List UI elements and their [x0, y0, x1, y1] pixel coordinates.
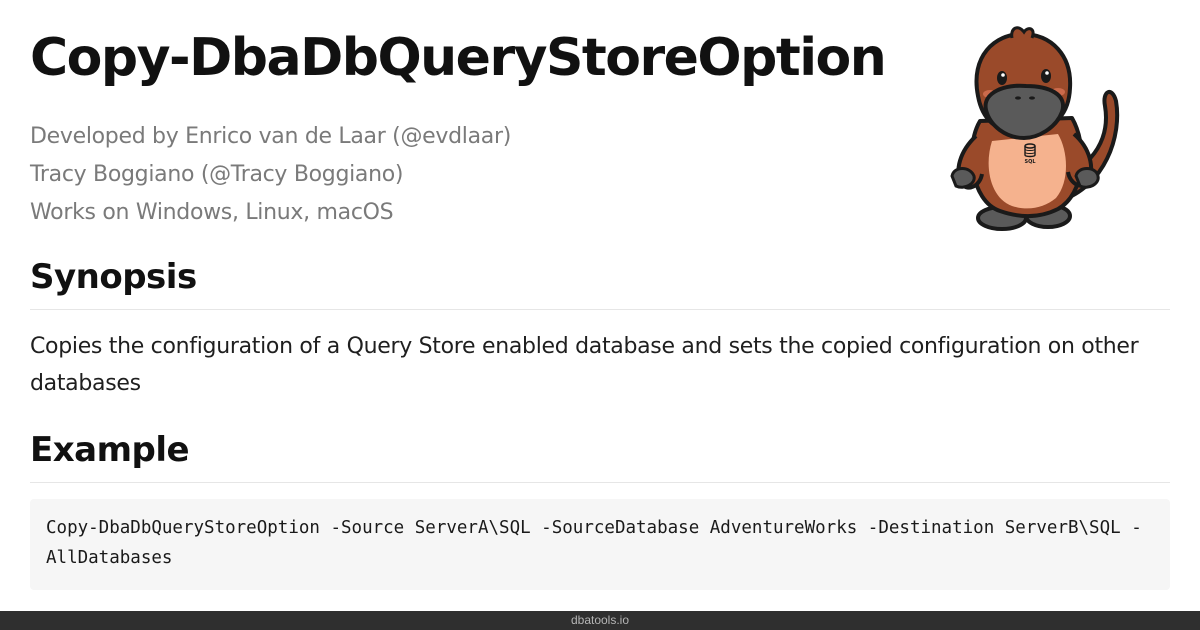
platforms-line: Works on Windows, Linux, macOS	[30, 200, 394, 225]
svg-text:SQL: SQL	[1024, 159, 1036, 165]
author-line: Developed by Enrico van de Laar (@evdlaa…	[30, 124, 511, 149]
synopsis-divider	[30, 309, 1170, 310]
synopsis-heading: Synopsis	[30, 257, 197, 297]
synopsis-text: Copies the configuration of a Query Stor…	[30, 334, 1139, 396]
example-code[interactable]: Copy-DbaDbQueryStoreOption -Source Serve…	[46, 513, 1154, 573]
example-code-block[interactable]: Copy-DbaDbQueryStoreOption -Source Serve…	[30, 499, 1170, 590]
footer-link[interactable]: dbatools.io	[571, 613, 629, 627]
co-author-line: Tracy Boggiano (@Tracy Boggiano)	[30, 162, 404, 187]
example-heading: Example	[30, 430, 190, 470]
command-meta: Developed by Enrico van de Laar (@evdlaa…	[30, 118, 511, 232]
example-divider	[30, 482, 1170, 483]
site-footer: dbatools.io	[0, 611, 1200, 630]
page-title: Copy-DbaDbQueryStoreOption	[30, 28, 887, 88]
platypus-mascot-logo: SQL	[950, 26, 1120, 231]
